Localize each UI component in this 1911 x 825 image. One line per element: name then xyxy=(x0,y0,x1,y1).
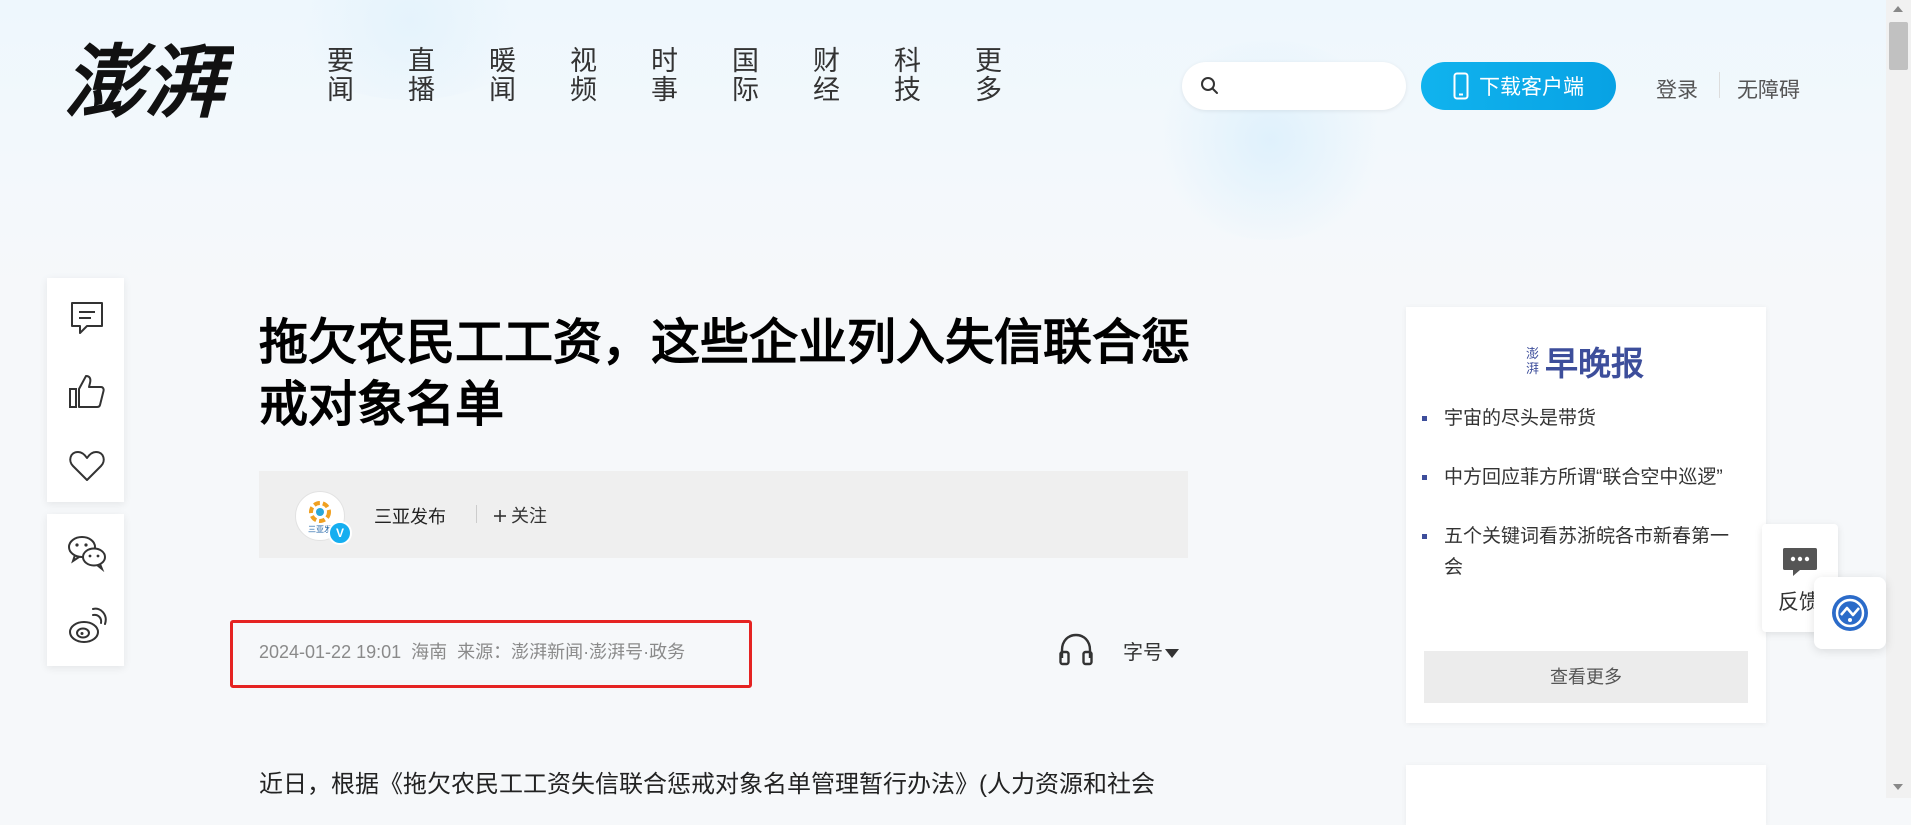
page-scrollbar[interactable] xyxy=(1886,0,1911,798)
nav-label: 事 xyxy=(651,75,678,105)
nav-item-nuanwen[interactable]: 暖闻 xyxy=(488,47,569,105)
nav-label: 多 xyxy=(975,75,1002,105)
article-action-bar xyxy=(47,278,124,502)
author-name[interactable]: 三亚发布 xyxy=(374,503,446,529)
nav-label: 技 xyxy=(894,75,921,105)
author-divider xyxy=(476,505,477,523)
morning-evening-report-panel: 澎湃 早晚报 宇宙的尽头是带货 中方回应菲方所谓“联合空中巡逻” 五个关键词看苏… xyxy=(1406,307,1766,723)
nav-label: 闻 xyxy=(489,75,516,105)
article-source: 来源：澎湃新闻·澎湃号·政务 xyxy=(457,642,686,662)
nav-label: 经 xyxy=(813,75,840,105)
chat-bubble-icon xyxy=(1783,548,1817,576)
nav-item-keji[interactable]: 科技 xyxy=(893,47,974,105)
headphones-icon[interactable] xyxy=(1058,632,1094,666)
accessibility-link[interactable]: 无障碍 xyxy=(1737,74,1800,104)
publish-location: 海南 xyxy=(411,642,448,662)
article-meta: 2024-01-22 19:01 海南 来源：澎湃新闻·澎湃号·政务 xyxy=(259,638,695,664)
nav-item-zhibo[interactable]: 直播 xyxy=(407,47,488,105)
panel-logo-big: 早晚报 xyxy=(1545,345,1644,382)
scroll-thumb[interactable] xyxy=(1889,22,1908,70)
nav-label: 闻 xyxy=(327,75,354,105)
font-size-button[interactable]: 字号 xyxy=(1123,636,1179,665)
nav-label: 国 xyxy=(732,46,759,76)
secondary-panel xyxy=(1406,765,1766,825)
panel-logo-small: 澎湃 xyxy=(1526,346,1540,376)
nav-label: 际 xyxy=(732,75,759,105)
download-app-label: 下载客户端 xyxy=(1479,76,1584,99)
search-icon[interactable] xyxy=(1200,76,1220,96)
see-more-button[interactable]: 查看更多 xyxy=(1424,651,1748,703)
verified-badge-icon: V xyxy=(328,521,352,545)
nav-item-gengduo[interactable]: 更多 xyxy=(974,47,1055,105)
nav-label: 视 xyxy=(570,46,597,76)
favorite-heart-icon[interactable] xyxy=(67,446,107,486)
like-icon[interactable] xyxy=(67,372,107,412)
header-divider xyxy=(1719,72,1720,98)
site-logo[interactable]: 澎湃 xyxy=(64,32,238,129)
nav-label: 科 xyxy=(894,46,921,76)
download-app-button[interactable]: 下载客户端 xyxy=(1421,62,1616,110)
nav-label: 更 xyxy=(975,46,1002,76)
article-title: 拖欠农民工工资，这些企业列入失信联合惩戒对象名单 xyxy=(259,316,1191,432)
phone-icon xyxy=(1453,72,1469,100)
comment-icon[interactable] xyxy=(67,298,107,338)
article-body-paragraph: 近日，根据《拖欠农民工工资失信联合惩戒对象名单管理暂行办法》(人力资源和社会 xyxy=(259,771,1155,798)
list-item[interactable]: 中方回应菲方所谓“联合空中巡逻” xyxy=(1422,462,1742,493)
nav-label: 财 xyxy=(813,46,840,76)
nav-item-guoji[interactable]: 国际 xyxy=(731,47,812,105)
panel-logo[interactable]: 澎湃 早晚报 xyxy=(1526,341,1644,382)
follow-label: 关注 xyxy=(511,506,547,526)
weibo-icon[interactable] xyxy=(67,606,107,646)
nav-item-shishi[interactable]: 时事 xyxy=(650,47,731,105)
share-bar xyxy=(47,514,124,666)
logo-graphic: 澎湃 xyxy=(64,35,238,129)
floating-assistant-button[interactable] xyxy=(1814,577,1886,649)
login-link[interactable]: 登录 xyxy=(1656,74,1698,104)
nav-label: 频 xyxy=(570,75,597,105)
main-nav: 要闻 直播 暖闻 视频 时事 国际 财经 科技 更多 xyxy=(326,47,1055,105)
logo-text: 澎湃 xyxy=(64,35,234,127)
nav-label: 要 xyxy=(327,46,354,76)
nav-item-yaowen[interactable]: 要闻 xyxy=(326,47,407,105)
nav-item-caijing[interactable]: 财经 xyxy=(812,47,893,105)
nav-label: 时 xyxy=(651,46,678,76)
search-input[interactable] xyxy=(1230,72,1394,102)
list-item[interactable]: 宇宙的尽头是带货 xyxy=(1422,403,1742,434)
scroll-up-arrow-icon[interactable] xyxy=(1893,6,1903,12)
author-bar: 三亚发 V 三亚发布 关注 xyxy=(259,471,1188,558)
nav-label: 直 xyxy=(408,46,435,76)
publish-datetime: 2024-01-22 19:01 xyxy=(259,642,402,662)
scroll-down-arrow-icon[interactable] xyxy=(1893,784,1903,790)
list-item[interactable]: 五个关键词看苏浙皖各市新春第一会 xyxy=(1422,521,1742,583)
assistant-icon xyxy=(1832,595,1868,631)
plus-icon xyxy=(494,510,506,522)
follow-button[interactable]: 关注 xyxy=(493,502,547,528)
panel-news-list: 宇宙的尽头是带货 中方回应菲方所谓“联合空中巡逻” 五个关键词看苏浙皖各市新春第… xyxy=(1422,403,1742,611)
font-size-label: 字号 xyxy=(1123,642,1163,664)
caret-down-icon xyxy=(1165,649,1179,659)
wechat-icon[interactable] xyxy=(67,532,107,572)
nav-item-shipin[interactable]: 视频 xyxy=(569,47,650,105)
search-box xyxy=(1182,62,1406,110)
nav-label: 播 xyxy=(408,75,435,105)
nav-label: 暖 xyxy=(489,46,516,76)
